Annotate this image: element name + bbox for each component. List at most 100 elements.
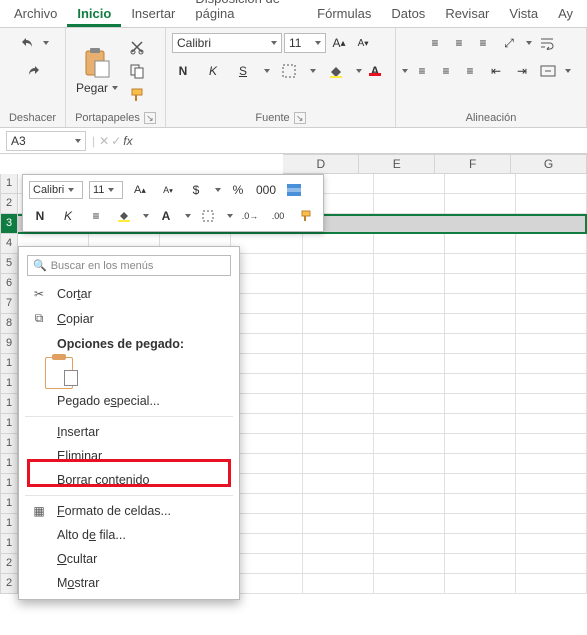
row-header[interactable]: 1 xyxy=(0,374,18,394)
tab-view[interactable]: Vista xyxy=(499,1,548,27)
row-header[interactable]: 1 xyxy=(0,534,18,554)
cell[interactable] xyxy=(231,414,302,434)
mini-italic-button[interactable]: K xyxy=(57,205,79,227)
cell[interactable] xyxy=(516,194,587,214)
cell[interactable] xyxy=(231,294,302,314)
cell[interactable] xyxy=(303,374,374,394)
fx-icon[interactable]: fx xyxy=(123,134,132,148)
cell[interactable] xyxy=(231,334,302,354)
row-header[interactable]: 9 xyxy=(0,334,18,354)
undo-button[interactable] xyxy=(17,32,39,54)
mini-align-icon[interactable]: ≡ xyxy=(85,205,107,227)
row-header[interactable]: 1 xyxy=(0,414,18,434)
borders-button[interactable] xyxy=(278,60,300,82)
row-header[interactable]: 1 xyxy=(0,454,18,474)
cell[interactable] xyxy=(445,474,516,494)
cell[interactable] xyxy=(374,334,445,354)
cell[interactable] xyxy=(231,474,302,494)
cell[interactable] xyxy=(374,554,445,574)
mini-font-color-icon[interactable]: A xyxy=(155,205,177,227)
cell[interactable] xyxy=(445,334,516,354)
cell[interactable] xyxy=(231,494,302,514)
col-header[interactable]: D xyxy=(283,154,359,174)
cell[interactable] xyxy=(374,234,445,254)
cell[interactable] xyxy=(445,274,516,294)
row-header[interactable]: 1 xyxy=(0,394,18,414)
cell[interactable] xyxy=(231,354,302,374)
decrease-indent-icon[interactable]: ⇤ xyxy=(485,60,507,82)
tab-file[interactable]: Archivo xyxy=(4,1,67,27)
fill-color-button[interactable] xyxy=(324,60,346,82)
align-middle-icon[interactable]: ≡ xyxy=(448,32,470,54)
tab-help[interactable]: Ay xyxy=(548,1,583,27)
cell[interactable] xyxy=(445,414,516,434)
cell[interactable] xyxy=(231,394,302,414)
row-header[interactable]: 3 xyxy=(0,214,18,234)
cell[interactable] xyxy=(516,414,587,434)
decrease-font-icon[interactable]: A▾ xyxy=(352,32,374,54)
col-header[interactable]: E xyxy=(359,154,435,174)
mini-borders-icon[interactable] xyxy=(197,205,219,227)
cell[interactable] xyxy=(374,254,445,274)
cell[interactable] xyxy=(303,574,374,594)
row-header[interactable]: 2 xyxy=(0,574,18,594)
row-header[interactable]: 1 xyxy=(0,514,18,534)
underline-button[interactable]: S xyxy=(232,60,254,82)
cell[interactable] xyxy=(303,494,374,514)
cell[interactable] xyxy=(516,174,587,194)
paste-button[interactable]: Pegar xyxy=(72,45,122,97)
clipboard-launcher-icon[interactable]: ↘ xyxy=(144,112,156,124)
menu-search-input[interactable]: 🔍 Buscar en los menús xyxy=(27,255,231,276)
row-header[interactable]: 1 xyxy=(0,474,18,494)
cell[interactable] xyxy=(374,174,445,194)
formula-input[interactable] xyxy=(137,131,587,151)
cell[interactable] xyxy=(516,354,587,374)
cell[interactable] xyxy=(516,254,587,274)
cell[interactable] xyxy=(231,454,302,474)
cell[interactable] xyxy=(374,534,445,554)
cell[interactable] xyxy=(303,454,374,474)
cell[interactable] xyxy=(303,414,374,434)
align-top-icon[interactable]: ≡ xyxy=(424,32,446,54)
cell[interactable] xyxy=(445,554,516,574)
cell[interactable] xyxy=(231,374,302,394)
row-header[interactable]: 8 xyxy=(0,314,18,334)
tab-insert[interactable]: Insertar xyxy=(121,1,185,27)
cell[interactable] xyxy=(445,194,516,214)
row-header[interactable]: 2 xyxy=(0,554,18,574)
tab-home[interactable]: Inicio xyxy=(67,1,121,27)
align-right-icon[interactable]: ≡ xyxy=(459,60,481,82)
cell[interactable] xyxy=(374,574,445,594)
increase-font-icon[interactable]: A▴ xyxy=(328,32,350,54)
ctx-delete[interactable]: Eliminar xyxy=(19,444,239,468)
cell[interactable] xyxy=(374,434,445,454)
cell[interactable] xyxy=(374,494,445,514)
cell[interactable] xyxy=(303,274,374,294)
cell[interactable] xyxy=(516,434,587,454)
cell[interactable] xyxy=(374,454,445,474)
tab-review[interactable]: Revisar xyxy=(435,1,499,27)
cell[interactable] xyxy=(303,314,374,334)
cell[interactable] xyxy=(374,314,445,334)
col-header[interactable]: G xyxy=(511,154,587,174)
row-header[interactable]: 2 xyxy=(0,194,18,214)
cell[interactable] xyxy=(445,434,516,454)
cell[interactable] xyxy=(445,534,516,554)
cell[interactable] xyxy=(374,414,445,434)
undo-dropdown-icon[interactable] xyxy=(43,41,49,45)
orientation-button[interactable]: ⤢ xyxy=(498,32,520,54)
mini-table-icon[interactable] xyxy=(283,179,305,201)
ctx-format-cells[interactable]: ▦ Formato de celdas... xyxy=(19,499,239,523)
cell[interactable] xyxy=(445,574,516,594)
cell[interactable] xyxy=(516,574,587,594)
cell[interactable] xyxy=(231,574,302,594)
row-header[interactable]: 1 xyxy=(0,174,18,194)
cell[interactable] xyxy=(445,174,516,194)
mini-fill-color-icon[interactable] xyxy=(113,205,135,227)
mini-bold-button[interactable]: N xyxy=(29,205,51,227)
mini-format-painter-icon[interactable] xyxy=(295,205,317,227)
align-bottom-icon[interactable]: ≡ xyxy=(472,32,494,54)
cell[interactable] xyxy=(516,394,587,414)
copy-button[interactable] xyxy=(126,60,148,82)
font-name-select[interactable]: Calibri xyxy=(172,33,282,53)
